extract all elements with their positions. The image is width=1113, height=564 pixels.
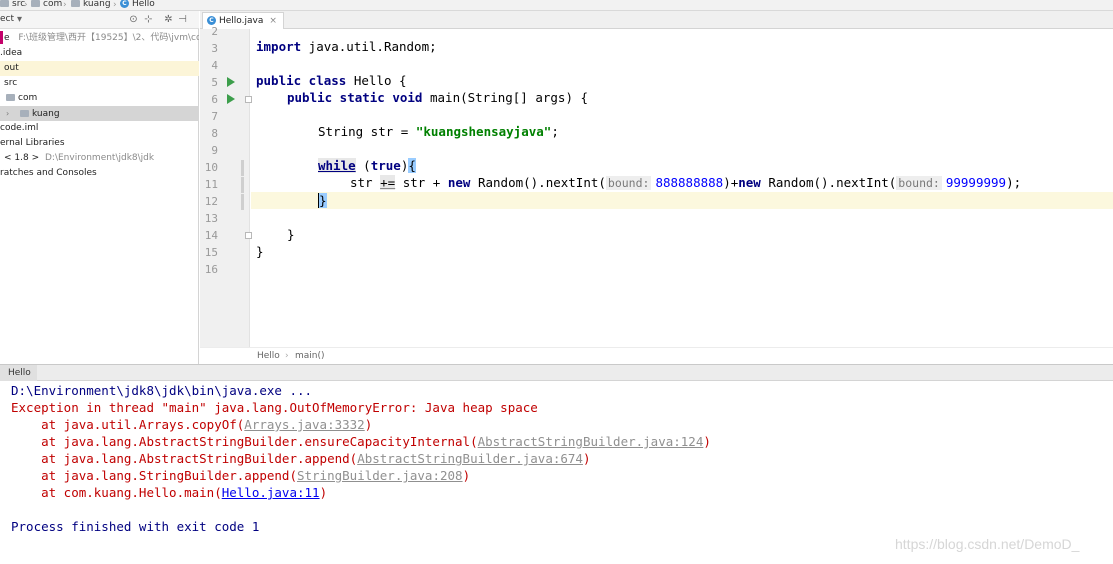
module-marker-icon (0, 31, 3, 44)
navigation-breadcrumb: src › com › kuang › C Hello (0, 0, 1113, 11)
package-icon (31, 0, 40, 7)
change-marker-icon (241, 177, 244, 193)
line-number: 14 (204, 229, 218, 242)
package-icon (6, 94, 15, 101)
editor-breadcrumb: Hello › main() (200, 347, 1113, 364)
tree-item-external-libraries[interactable]: ernal Libraries (0, 136, 199, 151)
folder-icon (0, 0, 9, 7)
tree-item-scratches[interactable]: ratches and Consoles (0, 166, 199, 181)
project-view-selector[interactable]: ect (0, 14, 14, 24)
line-number: 5 (211, 76, 218, 89)
console-exception-line: Exception in thread "main" java.lang.Out… (11, 400, 538, 415)
close-icon[interactable]: × (269, 16, 277, 26)
tree-item-out[interactable]: out (0, 61, 199, 76)
code-line-3: import java.util.Random; (256, 39, 437, 54)
project-toolbar: ect ▾ ⊙ ⊹ ✲ ⊣ (0, 11, 199, 29)
change-marker-icon (241, 160, 244, 176)
caret-line-highlight (251, 192, 1113, 209)
console-exit-line: Process finished with exit code 1 (11, 519, 260, 534)
breadcrumb-separator: › (24, 0, 28, 10)
chevron-down-icon[interactable]: ▾ (14, 14, 25, 25)
editor-tab-bar: C Hello.java × (200, 11, 1113, 29)
line-number: 9 (211, 144, 218, 157)
tree-item-src[interactable]: src (0, 76, 199, 91)
stack-link[interactable]: Arrays.java:3332 (244, 417, 364, 432)
change-marker-icon (241, 194, 244, 210)
run-tab-hello[interactable]: Hello (0, 365, 37, 381)
console-command-line: D:\Environment\jdk8\jdk\bin\java.exe ... (11, 383, 313, 398)
run-class-icon[interactable] (227, 77, 235, 87)
tree-item-com[interactable]: com (0, 91, 199, 106)
class-icon: C (120, 0, 129, 8)
line-number: 7 (211, 110, 218, 123)
collapse-icon[interactable]: ⊹ (143, 14, 154, 25)
package-icon (71, 0, 80, 7)
tree-item-code-iml[interactable]: code.iml (0, 121, 199, 136)
stack-link[interactable]: AbstractStringBuilder.java:674 (357, 451, 583, 466)
fold-icon[interactable] (245, 232, 252, 239)
package-icon (20, 110, 29, 117)
console-stack-line: at java.lang.AbstractStringBuilder.ensur… (11, 434, 711, 449)
code-line-5: public class Hello { (256, 73, 407, 88)
crumb-hello[interactable]: Hello (257, 351, 280, 361)
console-stack-line: at java.util.Arrays.copyOf(Arrays.java:3… (11, 417, 373, 432)
breadcrumb-com[interactable]: com (31, 0, 62, 10)
tree-item-jdk[interactable]: < 1.8 > D:\Environment\jdk8\jdk (0, 151, 199, 166)
breadcrumb-separator: › (63, 0, 67, 10)
run-main-icon[interactable] (227, 94, 235, 104)
run-tool-header: Hello (0, 364, 1113, 381)
chevron-right-icon[interactable]: › (6, 106, 14, 121)
console-stack-line: at java.lang.StringBuilder.append(String… (11, 468, 471, 483)
stack-link[interactable]: StringBuilder.java:208 (297, 468, 463, 483)
line-number: 12 (204, 195, 218, 208)
tree-item-idea[interactable]: .idea (0, 46, 199, 61)
line-number: 10 (204, 161, 218, 174)
parameter-hint: bound: (605, 176, 652, 190)
breadcrumb-separator: › (113, 0, 117, 10)
project-panel: ect ▾ ⊙ ⊹ ✲ ⊣ e F:\班级管理\西开【19525】\2、代码\j… (0, 11, 199, 364)
hide-icon[interactable]: ⊣ (177, 14, 188, 25)
line-number: 6 (211, 93, 218, 106)
stack-link[interactable]: Hello.java:11 (222, 485, 320, 500)
gear-icon[interactable]: ✲ (163, 14, 174, 25)
parameter-hint: bound: (896, 176, 942, 190)
line-number: 3 (211, 42, 218, 55)
code-line-14: } (287, 227, 295, 242)
sync-icon[interactable]: ⊙ (128, 14, 139, 25)
line-number: 15 (204, 246, 218, 259)
code-line-10: while (true){ (318, 158, 416, 173)
fold-icon[interactable] (245, 96, 252, 103)
line-number: 13 (204, 212, 218, 225)
breadcrumb-hello[interactable]: C Hello (120, 0, 155, 10)
chevron-right-icon: › (285, 351, 289, 361)
line-number: 16 (204, 263, 218, 276)
stack-link[interactable]: AbstractStringBuilder.java:124 (478, 434, 704, 449)
console-stack-line: at java.lang.AbstractStringBuilder.appen… (11, 451, 591, 466)
crumb-main[interactable]: main() (295, 351, 325, 361)
watermark: https://blog.csdn.net/DemoD_ (895, 536, 1080, 552)
code-line-15: } (256, 244, 264, 259)
line-number: 2 (211, 25, 218, 38)
code-line-6: public static void main(String[] args) { (287, 90, 589, 105)
tree-item-kuang[interactable]: › kuang (0, 106, 199, 121)
breadcrumb-src[interactable]: src (0, 0, 25, 10)
line-number: 11 (204, 178, 218, 191)
code-line-8: String str = "kuangshensayjava"; (318, 124, 559, 139)
code-line-12: } (318, 193, 327, 208)
tree-item-project-root[interactable]: e F:\班级管理\西开【19525】\2、代码\jvm\code (0, 31, 199, 46)
breadcrumb-kuang[interactable]: kuang (71, 0, 111, 10)
console-stack-line: at com.kuang.Hello.main(Hello.java:11) (11, 485, 328, 500)
code-line-11: str += str + new Random().nextInt(bound:… (350, 175, 1022, 190)
class-icon: C (207, 16, 216, 25)
line-number: 4 (211, 59, 218, 72)
line-number: 8 (211, 127, 218, 140)
